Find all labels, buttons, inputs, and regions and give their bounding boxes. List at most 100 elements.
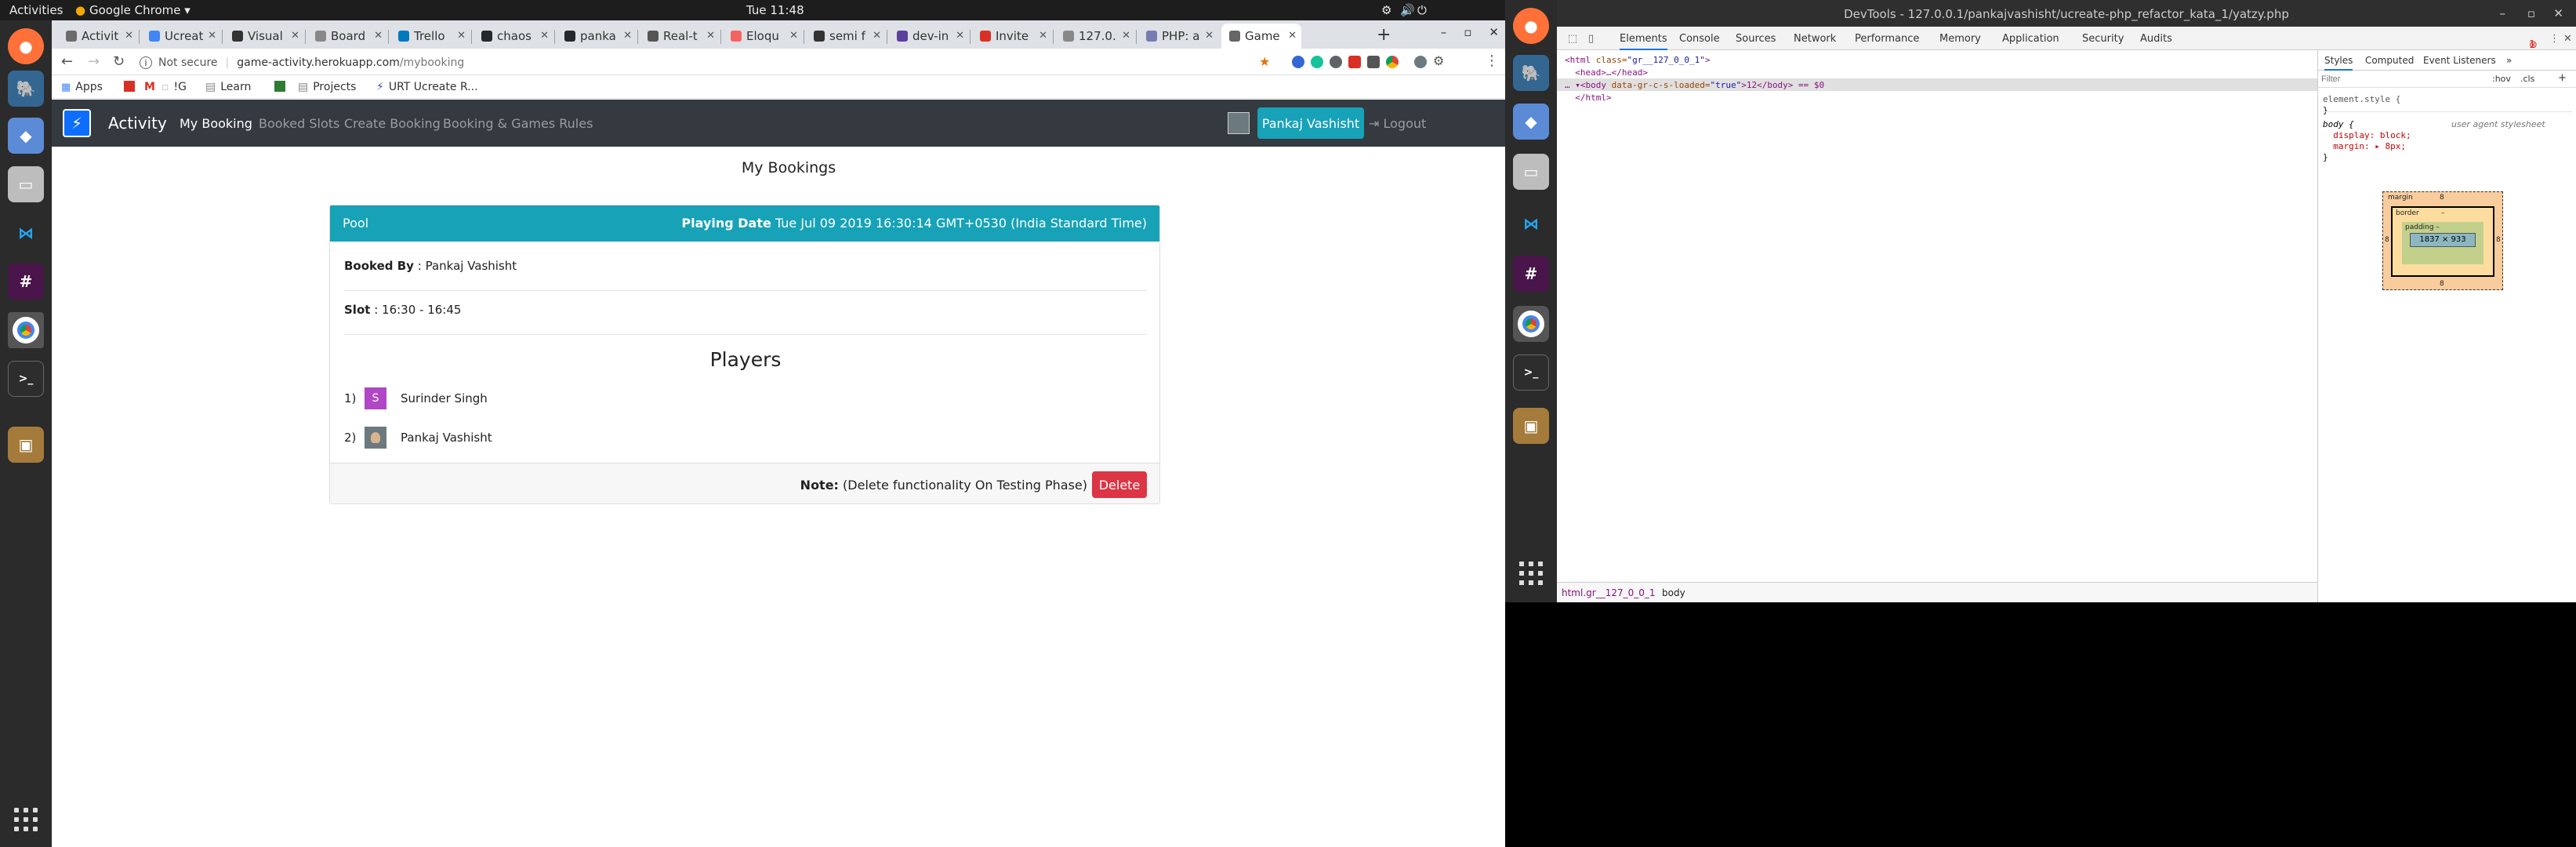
tab-close-icon[interactable]: ✕ [873, 30, 881, 42]
device-toggle-icon[interactable]: ▯ [1588, 33, 1594, 45]
inspect-icon[interactable]: ⬚ [1568, 33, 1577, 45]
clock[interactable]: Tue 11:48 [746, 3, 804, 17]
tab-event-listeners[interactable]: Event Listeners [2423, 55, 2496, 66]
minimize-button[interactable]: – [1441, 25, 1447, 39]
tab-sources[interactable]: Sources [1736, 33, 1776, 45]
nav-booked-slots[interactable]: Booked Slots [259, 116, 339, 131]
tab-close-icon[interactable]: ✕ [540, 30, 549, 42]
browser-tab[interactable]: Trello ✕ [390, 24, 470, 49]
browser-tab[interactable]: Game ✕ [1221, 24, 1301, 49]
tab-console[interactable]: Console [1679, 33, 1720, 45]
dom-node[interactable]: <head>…</head> [1565, 67, 1648, 78]
extension-icon[interactable] [1386, 56, 1399, 68]
browser-tab[interactable]: panka ✕ [557, 24, 637, 49]
box-model-content[interactable]: 1837 × 933 [2410, 233, 2476, 247]
tab-close-icon[interactable]: ✕ [125, 30, 133, 42]
nav-create-booking[interactable]: Create Booking [344, 116, 441, 131]
show-applications-icon[interactable] [1519, 562, 1543, 585]
tab-close-icon[interactable]: ✕ [1039, 30, 1047, 42]
power-icon[interactable]: ⏻ [1417, 3, 1427, 17]
browser-tab[interactable]: 127.0. ✕ [1055, 24, 1135, 49]
browser-tab[interactable]: chaos ✕ [473, 24, 553, 49]
browser-tab[interactable]: semi f ✕ [806, 24, 886, 49]
breadcrumb-body[interactable]: body [1662, 587, 1685, 598]
bookmark-green[interactable] [274, 81, 285, 92]
cls-toggle[interactable]: .cls [2520, 74, 2534, 84]
grammarly-icon[interactable] [1311, 56, 1323, 68]
tab-close-icon[interactable]: ✕ [706, 30, 715, 42]
devtools-close-icon[interactable]: ✕ [2563, 33, 2572, 45]
bookmark-star-icon[interactable]: ★ [1259, 54, 1270, 69]
firefox-icon[interactable]: ● [1513, 8, 1549, 44]
delete-button[interactable]: Delete [1092, 471, 1147, 498]
slack-icon[interactable]: # [8, 264, 44, 300]
archive-manager-icon[interactable]: ▣ [1513, 408, 1549, 444]
brand-name[interactable]: Activity [108, 114, 167, 133]
tab-more[interactable]: » [2506, 55, 2512, 66]
bookmark-icon-1[interactable] [124, 81, 135, 92]
tab-close-icon[interactable]: ✕ [374, 30, 383, 42]
tab-close-icon[interactable]: ✕ [1205, 30, 1214, 42]
dom-node[interactable]: </html> [1565, 93, 1611, 103]
tab-application[interactable]: Application [2002, 33, 2059, 45]
nav-my-booking[interactable]: My Booking [180, 116, 252, 131]
browser-tab[interactable]: Ucreat ✕ [141, 24, 221, 49]
network-icon[interactable]: ⚙ [1381, 3, 1391, 17]
tab-audits[interactable]: Audits [2140, 33, 2172, 45]
user-avatar[interactable] [1228, 112, 1250, 134]
reload-button[interactable]: ↻ [113, 53, 125, 70]
tab-close-icon[interactable]: ✕ [623, 30, 632, 42]
browser-tab[interactable]: Eloqu ✕ [723, 24, 803, 49]
bookmark-learn[interactable]: ▤ Learn [205, 81, 251, 93]
back-button[interactable]: ← [61, 53, 73, 70]
extension-icon[interactable] [1367, 56, 1380, 68]
extension-icon[interactable] [1348, 56, 1361, 68]
brand-logo-icon[interactable]: ⚡ [63, 109, 91, 137]
tab-computed[interactable]: Computed [2365, 55, 2414, 66]
tab-performance[interactable]: Performance [1855, 33, 1919, 45]
browser-tab[interactable]: dev-in ✕ [889, 24, 969, 49]
show-applications-icon[interactable] [14, 808, 38, 831]
bookmark-apps[interactable]: ▦ Apps [61, 81, 103, 93]
tab-close-icon[interactable]: ✕ [457, 30, 466, 42]
tab-close-icon[interactable]: ✕ [1122, 30, 1130, 42]
address-bar[interactable]: i Not secure | game-activity.herokuapp.c… [140, 52, 1331, 74]
extension-icon[interactable] [1292, 56, 1304, 68]
bookmark-projects[interactable]: ▤ Projects [298, 81, 356, 93]
logout-link[interactable]: ⇥ Logout [1369, 116, 1426, 131]
chrome-icon[interactable] [8, 312, 44, 348]
tab-network[interactable]: Network [1794, 33, 1836, 45]
browser-tab[interactable]: Invite ✕ [972, 24, 1052, 49]
extension-icon[interactable] [1330, 56, 1342, 68]
close-button[interactable]: ✕ [2553, 6, 2563, 20]
nav-booking-rules[interactable]: Booking & Games Rules [443, 116, 593, 131]
hov-toggle[interactable]: :hov [2492, 74, 2511, 84]
new-tab-button[interactable]: + [1377, 25, 1391, 45]
bookmark-gmail[interactable]: M [144, 81, 155, 93]
browser-tab[interactable]: Visual ✕ [224, 24, 304, 49]
close-button[interactable]: ✕ [1489, 25, 1499, 39]
maximize-button[interactable]: ▫ [2527, 6, 2535, 20]
slack-icon[interactable]: # [1513, 256, 1549, 292]
tab-close-icon[interactable]: ✕ [789, 30, 798, 42]
archive-manager-icon[interactable]: ▣ [8, 427, 44, 463]
tab-close-icon[interactable]: ✕ [956, 30, 964, 42]
chrome-icon[interactable] [1513, 306, 1549, 342]
postgres-icon[interactable]: 🐘 [8, 71, 44, 107]
bookmark-g[interactable]: ▫ !G [161, 81, 187, 93]
vscode-icon[interactable]: ⋈ [8, 215, 44, 251]
add-rule-icon[interactable]: + [2558, 72, 2567, 84]
tab-close-icon[interactable]: ✕ [208, 30, 216, 42]
browser-tab[interactable]: Activit ✕ [58, 24, 138, 49]
devtools-menu-icon[interactable]: ⋮ [2549, 33, 2560, 45]
terminal-icon[interactable]: >_ [1513, 354, 1549, 391]
menu-kebab-icon[interactable]: ⋮ [1485, 53, 1499, 69]
virtualbox-icon[interactable]: ◆ [1513, 104, 1549, 140]
ext-puzzle-icon[interactable]: ⚙ [1433, 53, 1444, 68]
firefox-icon[interactable]: ● [8, 28, 44, 64]
dom-node-selected[interactable]: … ▾<body data-gr-c-s-loaded="true">12</b… [1565, 80, 1824, 90]
tab-elements[interactable]: Elements [1620, 33, 1667, 50]
tab-styles[interactable]: Styles [2324, 55, 2353, 71]
tab-security[interactable]: Security [2082, 33, 2124, 45]
browser-tab[interactable]: PHP: a ✕ [1138, 24, 1218, 49]
